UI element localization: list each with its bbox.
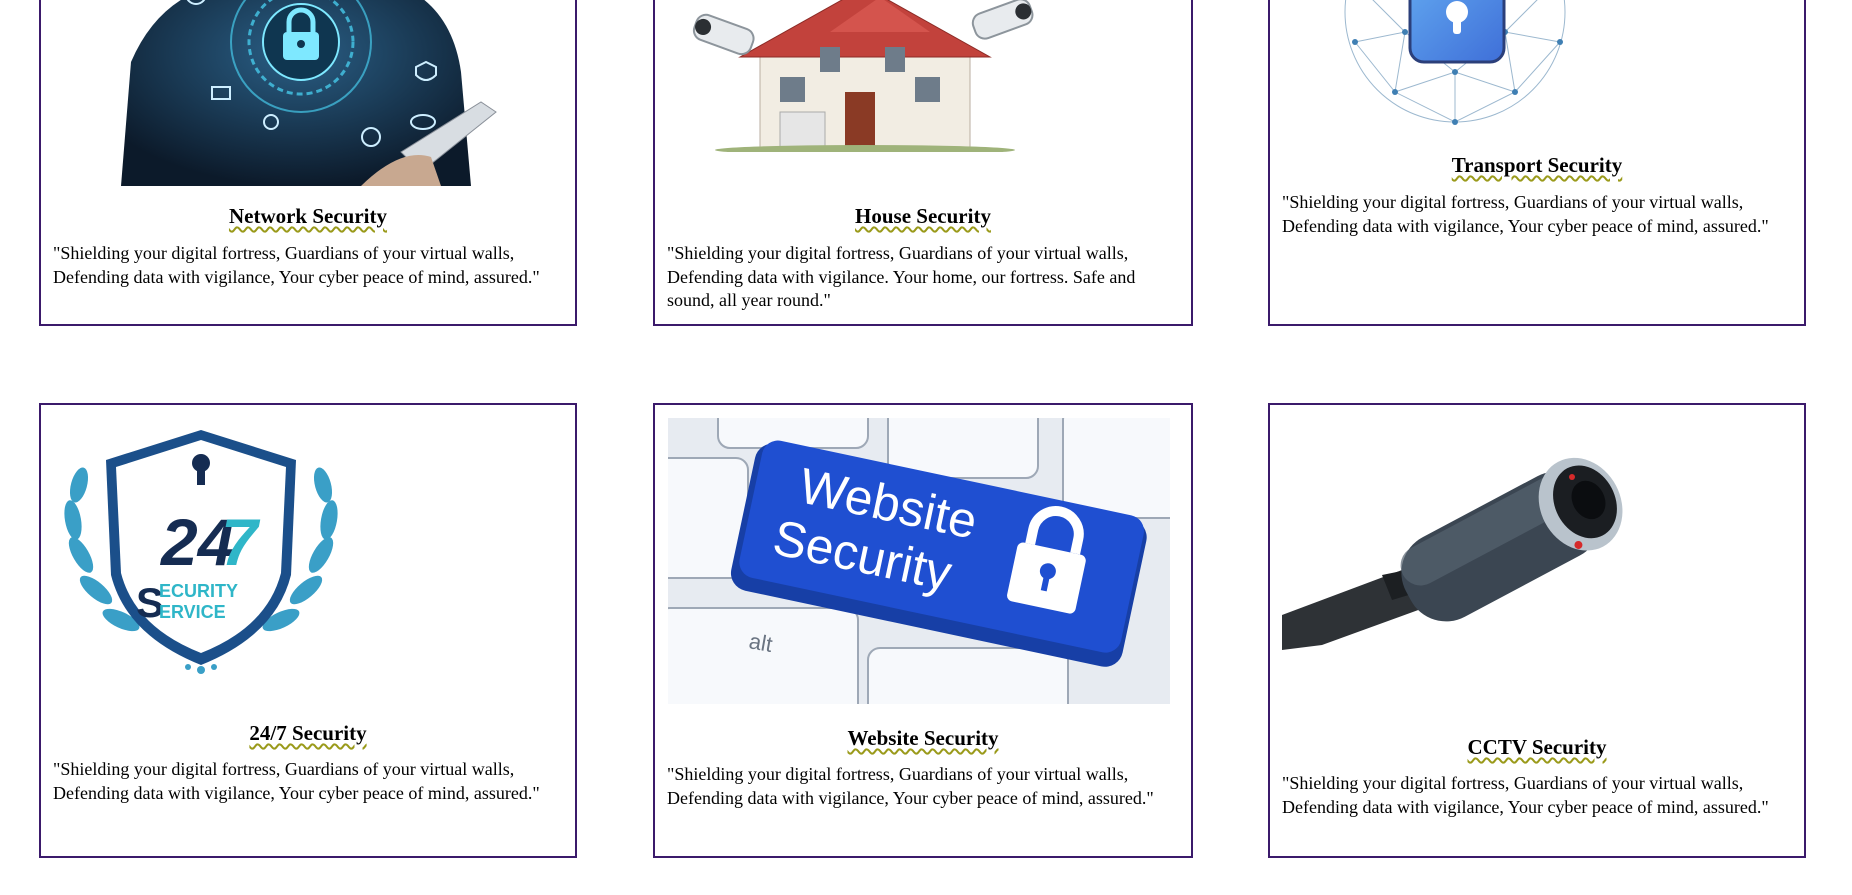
house-cameras-image bbox=[680, 0, 1050, 152]
card-cctv-security: CCTV Security "Shielding your digital fo… bbox=[1268, 403, 1806, 858]
card-title: Website Security bbox=[847, 726, 999, 750]
badge-number-7: 7 bbox=[221, 505, 261, 579]
network-lock-image bbox=[101, 0, 501, 186]
card-house-security: House Security "Shielding your digital f… bbox=[653, 0, 1193, 326]
shield-247-image: 24 7 S ECURITY ERVICE bbox=[51, 425, 351, 680]
keyboard-key-icon: alt Website Security bbox=[668, 418, 1170, 704]
network-lock-icon bbox=[121, 0, 497, 186]
card-title: 24/7 Security bbox=[249, 721, 367, 745]
card-247-security: 24 7 S ECURITY ERVICE 24/7 Security "Shi… bbox=[39, 403, 577, 858]
card-title: Transport Security bbox=[1451, 153, 1623, 177]
cctv-camera-image bbox=[1282, 425, 1662, 665]
cctv-camera-icon bbox=[1282, 457, 1623, 650]
card-title: Network Security bbox=[228, 204, 388, 228]
shield-247-icon: 24 7 S ECURITY ERVICE bbox=[64, 430, 338, 674]
network-sphere-lock-icon bbox=[1344, 0, 1566, 125]
card-description: "Shielding your digital fortress, Guardi… bbox=[1282, 192, 1769, 236]
card-description: "Shielding your digital fortress, Guardi… bbox=[667, 243, 1136, 310]
card-description: "Shielding your digital fortress, Guardi… bbox=[53, 759, 540, 803]
badge-word-security: ECURITY bbox=[159, 581, 238, 601]
card-transport-security: Transport Security "Shielding your digit… bbox=[1268, 0, 1806, 326]
house-cameras-icon bbox=[692, 0, 1034, 152]
badge-word-service: ERVICE bbox=[159, 602, 226, 622]
network-sphere-image bbox=[1325, 0, 1585, 132]
keyboard-alt-label: alt bbox=[747, 628, 774, 657]
card-network-security: Network Security "Shielding your digital… bbox=[39, 0, 577, 326]
card-title: CCTV Security bbox=[1467, 735, 1607, 759]
card-description: "Shielding your digital fortress, Guardi… bbox=[53, 243, 540, 287]
card-description: "Shielding your digital fortress, Guardi… bbox=[1282, 773, 1769, 817]
card-description: "Shielding your digital fortress, Guardi… bbox=[667, 764, 1154, 808]
card-website-security: alt Website Security Website Security "S… bbox=[653, 403, 1193, 858]
card-title: House Security bbox=[855, 204, 991, 228]
keyboard-key-image: alt Website Security bbox=[668, 418, 1170, 704]
